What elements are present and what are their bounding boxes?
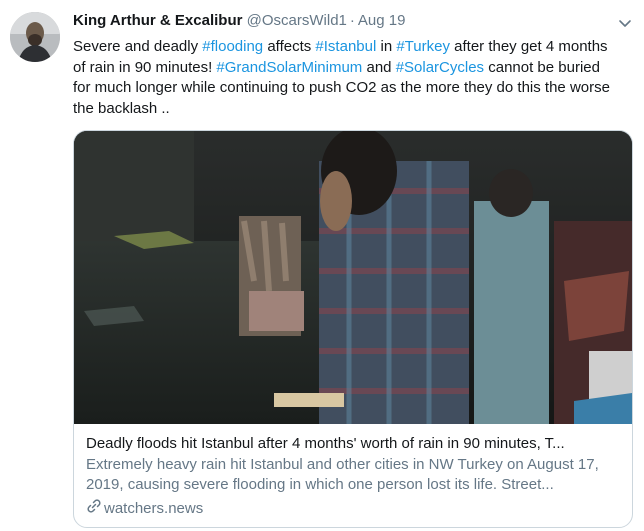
tweet-text-part: Severe and deadly [73,38,203,55]
hashtag-solarcycles[interactable]: #SolarCycles [396,59,484,76]
author-name[interactable]: King Arthur & Excalibur [73,12,242,29]
card-title: Deadly floods hit Istanbul after 4 month… [86,435,565,452]
hashtag-flooding[interactable]: #flooding [202,38,263,55]
card-domain: watchers.news [104,500,204,517]
card-image[interactable] [74,131,632,424]
tweet-date[interactable]: Aug 19 [358,12,406,29]
tweet-header: King Arthur & Excalibur @OscarsWild1 · Aug… [73,12,405,29]
separator-dot: · [349,12,355,29]
author-handle[interactable]: @OscarsWild1 [247,12,347,29]
card-description: Extremely heavy rain hit Istanbul and ot… [86,456,599,493]
avatar[interactable] [10,12,60,62]
link-card[interactable]: Deadly floods hit Istanbul after 4 month… [73,130,633,528]
tweet-text-part: affects [263,38,316,55]
chevron-down-icon[interactable] [616,14,634,32]
card-domain-row: watchers.news [86,498,620,520]
hashtag-turkey[interactable]: #Turkey [396,38,450,55]
tweet-text-part: in [376,38,397,55]
card-body[interactable]: Deadly floods hit Istanbul after 4 month… [86,434,620,520]
hashtag-istanbul[interactable]: #Istanbul [315,38,376,55]
tweet-text-part: and [362,58,396,76]
hashtag-grandsolarminimum[interactable]: #GrandSolarMinimum [216,59,362,76]
link-icon [86,498,104,520]
tweet-text: Severe and deadly #flooding affects #Ist… [73,37,618,119]
